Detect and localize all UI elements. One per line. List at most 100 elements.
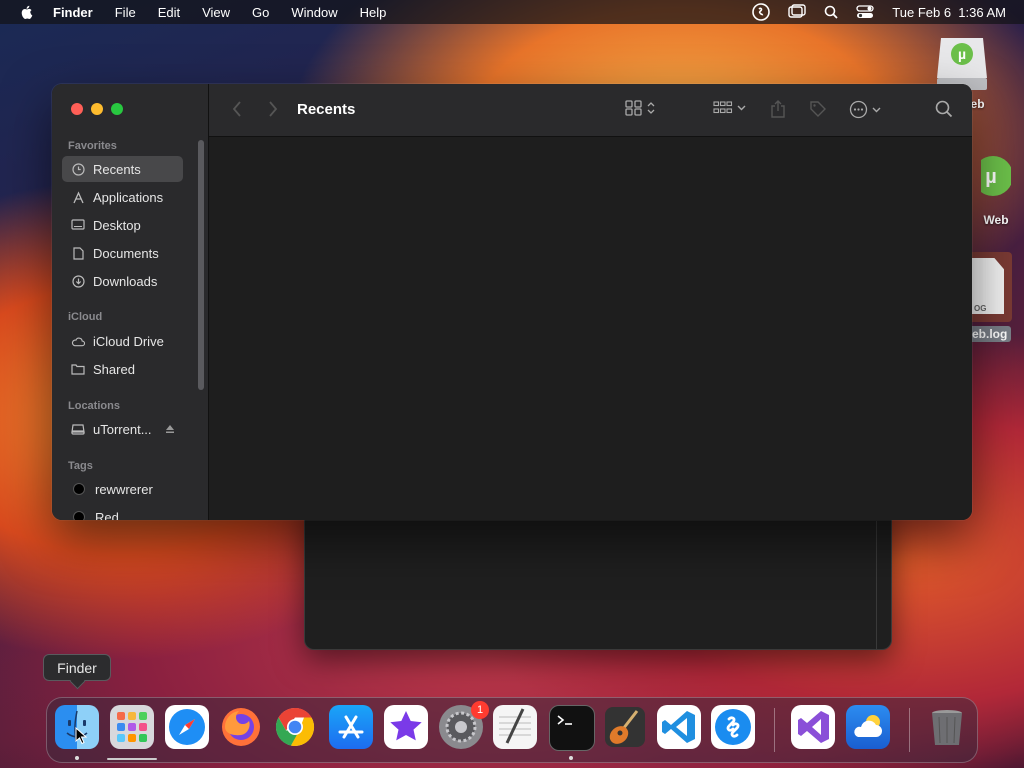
chevron-down-icon [737, 105, 746, 111]
sidebar-item-label: Red [95, 509, 119, 521]
applications-icon [71, 190, 85, 204]
selected-document-icon: OG [968, 252, 1012, 322]
dock-running-indicator [75, 756, 79, 760]
cloud-sun-icon [854, 715, 882, 737]
desktop-icon-label: eb.log [968, 326, 1012, 342]
close-button[interactable] [71, 103, 83, 115]
dock-visual-studio-icon[interactable] [791, 705, 835, 749]
tag-color-dot-icon [73, 511, 85, 520]
more-actions-button[interactable] [849, 100, 881, 119]
sidebar-item-label: Recents [93, 161, 141, 177]
sidebar-section-icloud: iCloud [68, 311, 103, 323]
apple-menu-icon[interactable] [19, 4, 35, 20]
dock-textedit-icon[interactable] [493, 705, 537, 749]
dock-weather-icon[interactable] [846, 705, 890, 749]
finder-window: Favorites Recents Applications Desktop D… [52, 84, 972, 520]
sidebar-item-shared[interactable]: Shared [62, 356, 183, 382]
dock-chrome-icon[interactable] [273, 705, 317, 749]
menu-file[interactable]: File [115, 5, 136, 20]
search-icon [935, 100, 953, 118]
menu-view[interactable]: View [202, 5, 230, 20]
window-controls [71, 103, 123, 115]
shared-folder-icon [71, 362, 85, 376]
shazam-logo-icon [715, 709, 751, 745]
spotlight-search-icon[interactable] [824, 5, 838, 19]
sidebar-item-tag-rewwrerer[interactable]: rewwrerer [62, 476, 183, 502]
sidebar-item-applications[interactable]: Applications [62, 184, 183, 210]
tag-color-dot-icon [73, 483, 85, 495]
chevron-down-icon [872, 107, 881, 112]
guitar-icon [605, 707, 645, 747]
terminal-prompt-icon [557, 715, 572, 725]
menu-app-name[interactable]: Finder [53, 5, 93, 20]
menu-go[interactable]: Go [252, 5, 269, 20]
svg-text:µ: µ [985, 166, 997, 188]
dock-trash-icon[interactable] [925, 705, 969, 749]
sidebar-item-recents[interactable]: Recents [62, 156, 183, 182]
clock-icon [71, 162, 85, 176]
launchpad-grid-icon [117, 712, 147, 742]
menu-bar: Finder File Edit View Go Window Help Tue… [0, 0, 1024, 24]
sidebar-scrollbar[interactable] [198, 140, 204, 390]
finder-content-area[interactable] [209, 137, 972, 520]
drive-icon [71, 422, 85, 436]
menu-window[interactable]: Window [291, 5, 337, 20]
tag-button[interactable] [809, 100, 827, 118]
dock-running-indicator [569, 756, 573, 760]
sidebar-section-locations: Locations [68, 400, 120, 412]
menu-clock[interactable]: Tue Feb 6 1:36 AM [892, 5, 1006, 20]
back-button[interactable] [231, 100, 243, 118]
firefox-logo-icon [222, 708, 260, 746]
zoom-button[interactable] [111, 103, 123, 115]
dock-vscode-icon[interactable] [657, 705, 701, 749]
dock-launchpad-icon[interactable] [110, 705, 154, 749]
desktop-icon-utorrent-app[interactable]: µ Web [968, 148, 1024, 227]
screen-mirroring-icon[interactable] [788, 4, 806, 20]
dock-system-settings-icon[interactable]: 1 [439, 701, 489, 749]
tag-icon [810, 101, 826, 117]
shazam-status-icon[interactable] [752, 3, 771, 21]
svg-text:µ: µ [958, 46, 966, 62]
ellipsis-circle-icon [849, 100, 868, 119]
view-mode-button[interactable] [625, 100, 655, 116]
background-window[interactable] [304, 500, 892, 650]
search-button[interactable] [935, 100, 953, 118]
menu-edit[interactable]: Edit [158, 5, 180, 20]
menu-help[interactable]: Help [360, 5, 387, 20]
chevron-up-down-icon [647, 102, 655, 114]
desktop-icon-log-file[interactable]: OG eb.log [968, 252, 1024, 342]
mouse-pointer-icon [75, 727, 88, 745]
dock-finder-icon[interactable] [55, 705, 99, 749]
dock-garageband-icon[interactable] [603, 705, 647, 749]
eject-icon[interactable] [165, 422, 175, 437]
sidebar-item-documents[interactable]: Documents [62, 240, 183, 266]
sidebar-item-label: iCloud Drive [93, 333, 164, 349]
share-icon [771, 100, 785, 118]
forward-button[interactable] [267, 100, 279, 118]
dock-firefox-icon[interactable] [219, 705, 263, 749]
notification-badge: 1 [471, 701, 489, 719]
finder-sidebar: Favorites Recents Applications Desktop D… [52, 84, 209, 520]
sidebar-item-desktop[interactable]: Desktop [62, 212, 183, 238]
document-type-label: OG [974, 304, 987, 313]
group-by-button[interactable] [713, 100, 746, 116]
share-button[interactable] [770, 100, 786, 118]
visual-studio-logo-icon [798, 711, 829, 743]
chevron-right-icon [269, 101, 278, 117]
control-center-icon[interactable] [856, 5, 874, 19]
sidebar-item-label: Desktop [93, 217, 141, 233]
sidebar-item-utorrent-volume[interactable]: uTorrent... [62, 416, 183, 442]
minimize-button[interactable] [91, 103, 103, 115]
sidebar-item-downloads[interactable]: Downloads [62, 268, 183, 294]
dock-app-store-icon[interactable] [329, 705, 373, 749]
dock-safari-icon[interactable] [165, 705, 209, 749]
dock-imovie-icon[interactable] [384, 705, 428, 749]
dock-shazam-icon[interactable] [711, 705, 755, 749]
sidebar-item-icloud-drive[interactable]: iCloud Drive [62, 328, 183, 354]
trash-can-icon [932, 710, 962, 745]
sidebar-item-tag-red[interactable]: Red [62, 504, 183, 520]
background-window-scrollbar [876, 521, 877, 649]
compass-icon [169, 709, 205, 745]
dock-scroll-indicator [107, 758, 157, 760]
dock-terminal-icon[interactable] [549, 705, 595, 751]
